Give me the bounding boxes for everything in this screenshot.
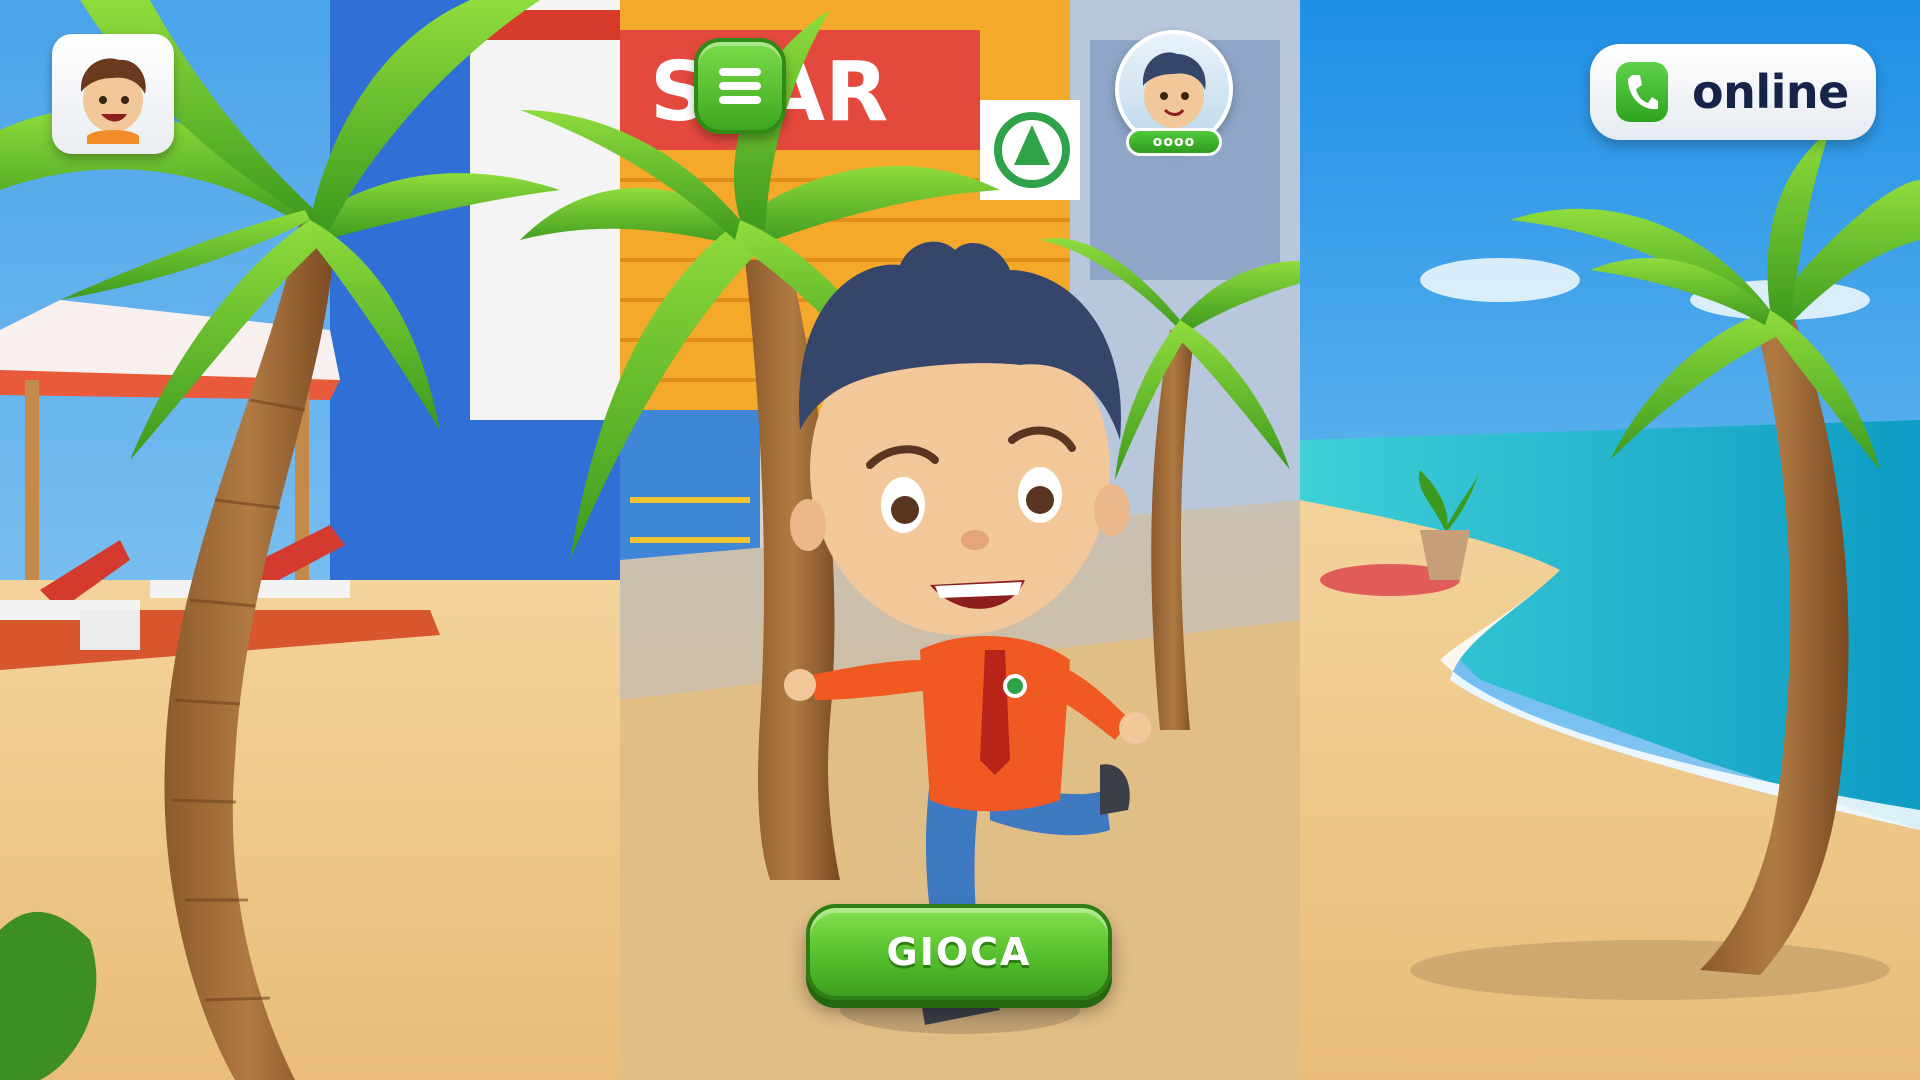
play-button-label: GIOCA [886, 930, 1032, 974]
online-label: online [1692, 65, 1849, 119]
player-name-tag: oooo [1126, 128, 1222, 156]
menu-button[interactable] [694, 38, 786, 134]
right-panel-background [1300, 0, 1920, 1080]
left-panel-background [0, 0, 620, 1080]
profile-avatar-button[interactable] [52, 34, 174, 154]
hamburger-menu-icon [719, 68, 761, 104]
play-button[interactable]: GIOCA [806, 904, 1112, 1000]
boy-avatar-icon [80, 58, 146, 144]
phone-icon [1616, 62, 1668, 122]
online-status-button[interactable]: online [1590, 44, 1876, 140]
